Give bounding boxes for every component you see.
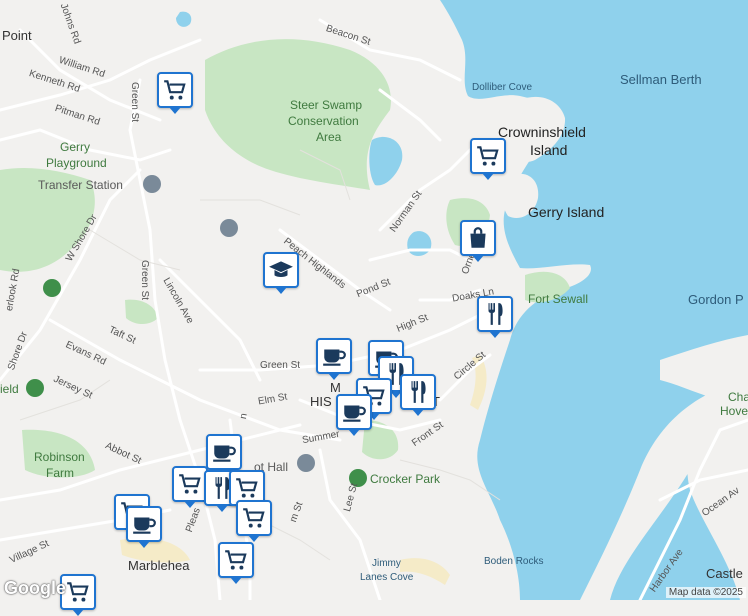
label-farm: Farm <box>46 466 74 480</box>
cafe-pin[interactable] <box>336 394 372 436</box>
label-gerry: Gerry <box>60 140 90 154</box>
park-poi-icon-2 <box>26 379 44 397</box>
shopping-cart-pin[interactable] <box>218 542 254 584</box>
cup-icon <box>131 511 157 537</box>
shopping-cart-pin[interactable] <box>470 138 506 180</box>
cafe-pin[interactable] <box>206 434 242 476</box>
label-crowninshield: Crowninshield <box>498 124 586 140</box>
label-playground: Playground <box>46 156 107 170</box>
label-lanes-cove: Lanes Cove <box>360 572 414 583</box>
bag-icon <box>465 225 491 251</box>
label-area: Area <box>316 130 342 144</box>
label-sellman-berth: Sellman Berth <box>620 72 702 87</box>
shopping-cart-pin[interactable] <box>157 72 193 114</box>
transfer-station-icon <box>143 175 161 193</box>
label-conservation: Conservation <box>288 114 359 128</box>
label-castle: Castle <box>706 566 743 581</box>
restaurant-pin[interactable] <box>400 374 436 416</box>
restaurant-pin[interactable] <box>477 296 513 338</box>
cart-icon <box>475 143 501 169</box>
label-transfer-station: Transfer Station <box>38 178 123 192</box>
map-attribution[interactable]: Map data ©2025 <box>665 587 746 598</box>
cafe-pin[interactable] <box>316 338 352 380</box>
cup-icon <box>211 439 237 465</box>
shopping-cart-pin[interactable] <box>236 500 272 542</box>
google-logo: Google <box>4 578 66 598</box>
hall-poi-icon <box>297 454 315 472</box>
label-jimmy: Jimmy <box>372 558 401 569</box>
label-hove: Hove <box>720 404 748 418</box>
label-dolliber-cove: Dolliber Cove <box>472 82 533 93</box>
fork-icon <box>482 301 508 327</box>
park-poi-icon <box>43 279 61 297</box>
label-marblehead: Marblehea <box>128 558 190 573</box>
cart-icon <box>162 77 188 103</box>
school-poi-icon <box>220 219 238 237</box>
school-pin[interactable] <box>263 252 299 294</box>
cart-icon <box>65 579 91 605</box>
cart-icon <box>223 547 249 573</box>
cart-icon <box>177 471 203 497</box>
shopping-bag-pin[interactable] <box>460 220 496 262</box>
cart-icon <box>234 475 260 501</box>
label-green-st-north: Green St <box>129 82 140 123</box>
cafe-pin[interactable] <box>126 506 162 548</box>
label-cha: Cha <box>728 390 748 404</box>
label-island: Island <box>530 142 568 158</box>
label-fort-sewall: Fort Sewall <box>528 292 589 306</box>
label-green-st-south: Green St <box>260 360 301 371</box>
label-gerry-island: Gerry Island <box>528 204 605 220</box>
cup-icon <box>321 343 347 369</box>
label-m: M <box>330 380 341 395</box>
label-robinson: Robinson <box>34 450 85 464</box>
cart-icon <box>241 505 267 531</box>
label-boden-rocks: Boden Rocks <box>484 556 544 567</box>
label-steer-swamp: Steer Swamp <box>290 98 363 112</box>
school-icon <box>268 257 294 283</box>
label-green-st-mid: Green St <box>139 260 150 301</box>
map-canvas[interactable] <box>0 0 748 600</box>
label-gordon-p: Gordon P <box>688 292 744 307</box>
shopping-cart-pin[interactable] <box>172 466 208 508</box>
label-ield: ield <box>0 382 19 396</box>
fork-icon <box>405 379 431 405</box>
cup-icon <box>341 399 367 425</box>
label-crocker-park: Crocker Park <box>370 472 441 486</box>
label-point: Point <box>2 28 32 43</box>
label-his: HIS <box>310 394 332 409</box>
